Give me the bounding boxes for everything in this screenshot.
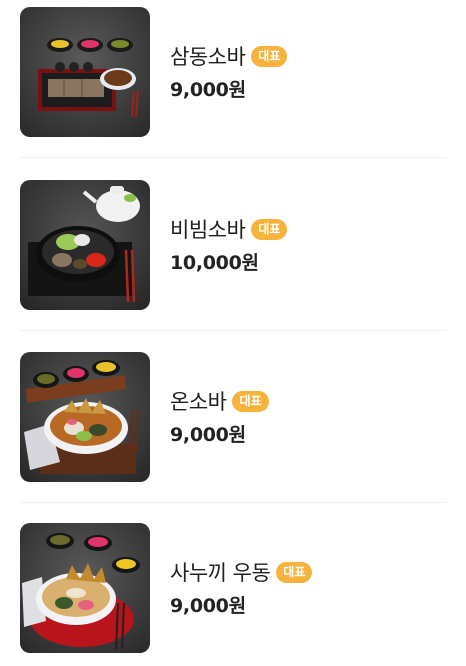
menu-item-info: 사누끼 우동 대표 9,000원	[170, 557, 313, 618]
signature-badge: 대표	[232, 390, 269, 412]
menu-item-price: 10,000원	[170, 252, 259, 274]
menu-item-samdong-soba[interactable]: 삼동소바 대표 9,000원	[20, 7, 446, 137]
menu-item-photo	[20, 352, 150, 482]
signature-badge: 대표	[251, 45, 288, 67]
menu-item-info: 삼동소바 대표 9,000원	[170, 41, 288, 102]
menu-item-sanuki-udon[interactable]: 사누끼 우동 대표 9,000원	[20, 523, 446, 653]
menu-item-name: 사누끼 우동	[170, 561, 271, 585]
signature-badge: 대표	[251, 218, 288, 240]
menu-item-info: 비빔소바 대표 10,000원	[170, 214, 288, 275]
menu-item-on-soba[interactable]: 온소바 대표 9,000원	[20, 352, 446, 482]
menu-item-price: 9,000원	[170, 424, 246, 446]
menu-item-name-row: 삼동소바 대표	[170, 41, 288, 71]
signature-badge: 대표	[276, 561, 313, 583]
menu-item-name: 비빔소바	[170, 218, 246, 242]
menu-item-name-row: 비빔소바 대표	[170, 214, 288, 244]
menu-item-bibim-soba[interactable]: 비빔소바 대표 10,000원	[20, 180, 446, 310]
divider	[20, 330, 446, 331]
menu-item-name-row: 사누끼 우동 대표	[170, 557, 313, 587]
divider	[20, 157, 446, 158]
menu-item-name: 삼동소바	[170, 45, 246, 69]
divider	[20, 502, 446, 503]
menu-item-photo	[20, 523, 150, 653]
menu-item-name-row: 온소바 대표	[170, 386, 269, 416]
menu-item-info: 온소바 대표 9,000원	[170, 386, 269, 447]
menu-item-price: 9,000원	[170, 79, 246, 101]
menu-item-price: 9,000원	[170, 595, 246, 617]
menu-item-name: 온소바	[170, 390, 227, 414]
menu-item-photo	[20, 180, 150, 310]
menu-item-photo	[20, 7, 150, 137]
